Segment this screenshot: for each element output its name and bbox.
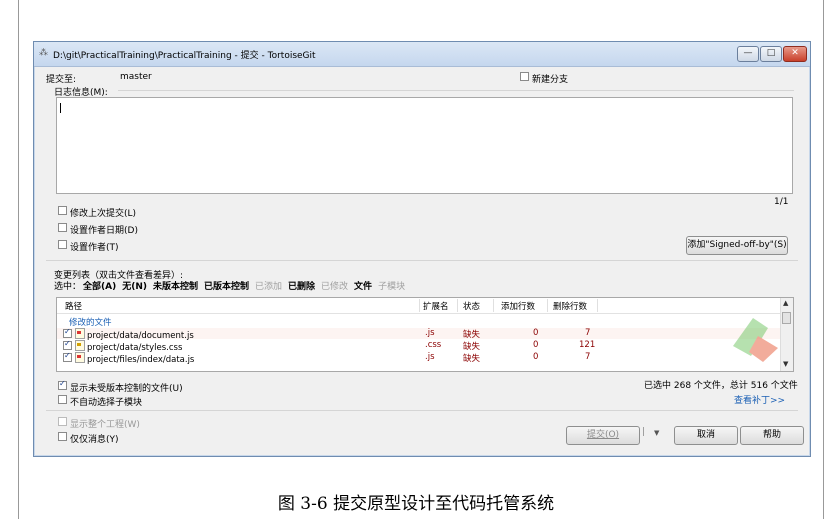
lines-deleted: 121 [579, 340, 596, 350]
no-auto-submodules-label: 不自动选择子模块 [70, 398, 143, 408]
table-row[interactable]: project/data/styles.css .css 缺失 0 121 [57, 339, 793, 353]
row-checkbox[interactable] [63, 339, 72, 350]
filter-link[interactable]: 已删除 [288, 282, 315, 292]
scroll-thumb[interactable] [782, 312, 791, 324]
file-modified-icon [75, 352, 85, 363]
file-status: 缺失 [463, 342, 481, 352]
amend-checkbox[interactable] [58, 206, 67, 215]
file-path: project/files/index/data.js [75, 352, 194, 365]
set-author-date-checkbox[interactable] [58, 223, 67, 232]
file-extension: .js [425, 328, 435, 338]
row-checkbox[interactable] [63, 351, 72, 362]
chevron-down-icon[interactable]: ▼ [654, 429, 659, 437]
column-extension[interactable]: 扩展名 [423, 300, 449, 312]
lines-deleted: 7 [585, 352, 591, 362]
column-separator [419, 299, 420, 312]
cancel-button[interactable]: 取消 [674, 426, 738, 445]
close-button[interactable]: ✕ [783, 46, 807, 62]
selection-summary: 已选中 268 个文件，总计 516 个文件 [644, 381, 798, 391]
list-scrollbar[interactable]: ▲ ▼ [780, 298, 793, 371]
file-extension: .css [425, 340, 442, 350]
set-author-label: 设置作者(T) [70, 243, 119, 253]
message-only-checkbox[interactable] [58, 432, 67, 441]
table-row[interactable]: project/data/document.js .js 缺失 0 7 [57, 327, 793, 341]
figure-caption: 图 3-6 提交原型设计至代码托管系统 [277, 494, 555, 514]
commit-dropdown-separator: | [642, 427, 646, 437]
filter-link[interactable]: 未版本控制 [153, 282, 198, 292]
column-status[interactable]: 状态 [463, 300, 480, 312]
column-separator [493, 299, 494, 312]
file-path-text: project/files/index/data.js [87, 355, 195, 365]
figure-border-right [823, 0, 824, 519]
branch-name: master [120, 72, 152, 82]
log-message-input[interactable] [56, 97, 793, 194]
scroll-up-icon[interactable]: ▲ [783, 299, 788, 307]
filter-link[interactable]: 文件 [354, 282, 372, 292]
filter-link[interactable]: 子模块 [378, 282, 405, 292]
filter-link[interactable]: 已版本控制 [204, 282, 249, 292]
new-branch-label: 新建分支 [532, 75, 569, 85]
commit-button[interactable]: 提交(O) [566, 426, 640, 445]
table-row[interactable]: project/files/index/data.js .js 缺失 0 7 [57, 351, 793, 365]
filter-link[interactable]: 全部(A) [83, 282, 116, 292]
show-unversioned-checkbox[interactable] [58, 379, 67, 390]
amend-label: 修改上次提交(L) [70, 209, 137, 219]
column-deleted-lines[interactable]: 删除行数 [553, 300, 587, 312]
lines-added: 0 [533, 328, 539, 338]
column-path[interactable]: 路径 [65, 300, 82, 312]
log-group-line [118, 90, 794, 91]
show-whole-project-checkbox[interactable] [58, 417, 67, 426]
file-extension: .js [425, 352, 435, 362]
no-auto-submodules-checkbox[interactable] [58, 395, 67, 404]
scroll-down-icon[interactable]: ▼ [783, 360, 788, 368]
column-separator [457, 299, 458, 312]
select-label: 选中： [54, 282, 82, 292]
message-only-label: 仅仅消息(Y) [70, 435, 119, 445]
title-bar[interactable]: ⁂ D:\git\PracticalTraining\PracticalTrai… [34, 42, 810, 67]
changes-divider [46, 260, 798, 261]
file-modified-icon [75, 328, 85, 339]
add-signed-off-button[interactable]: 添加"Signed-off-by"(S) [686, 236, 788, 255]
figure-border-left [18, 0, 19, 519]
set-author-date-label: 设置作者日期(D) [70, 226, 138, 236]
lines-added: 0 [533, 352, 539, 362]
lines-deleted: 7 [585, 328, 591, 338]
minimize-button[interactable]: — [737, 46, 759, 62]
show-whole-project-label: 显示整个工程(W) [70, 420, 140, 430]
column-separator [547, 299, 548, 312]
commit-button-label: 提交(O) [586, 430, 620, 440]
bottom-divider [46, 410, 798, 411]
new-branch-checkbox[interactable] [520, 72, 529, 81]
row-checkbox[interactable] [63, 327, 72, 338]
commit-dialog-window: ⁂ D:\git\PracticalTraining\PracticalTrai… [33, 41, 811, 457]
window-title: D:\git\PracticalTraining\PracticalTraini… [53, 51, 316, 61]
line-counter: 1/1 [774, 197, 789, 207]
list-header: 路径 扩展名 状态 添加行数 删除行数 [57, 298, 793, 314]
maximize-icon: □ [766, 48, 776, 58]
filter-link[interactable]: 已添加 [255, 282, 282, 292]
minimize-icon: — [743, 48, 753, 58]
commit-to-label: 提交至: [46, 75, 77, 85]
lines-added: 0 [533, 340, 539, 350]
file-status: 缺失 [463, 354, 481, 364]
file-status: 缺失 [463, 330, 481, 340]
show-unversioned-label: 显示未受版本控制的文件(U) [70, 384, 183, 394]
tortoisegit-icon: ⁂ [39, 48, 48, 58]
column-separator [597, 299, 598, 312]
changed-files-list[interactable]: 路径 扩展名 状态 添加行数 删除行数 修改的文件 project/data/d… [56, 297, 794, 372]
view-patch-link[interactable]: 查看补丁>> [734, 393, 785, 406]
text-caret [60, 103, 61, 113]
help-button[interactable]: 帮助 [740, 426, 804, 445]
filter-link[interactable]: 已修改 [321, 282, 348, 292]
filter-bar: 全部(A) 无(N) 未版本控制 已版本控制 已添加 已删除 已修改 文件 子模块 [83, 279, 411, 292]
filter-link[interactable]: 无(N) [122, 282, 147, 292]
close-icon: ✕ [791, 48, 799, 58]
maximize-button[interactable]: □ [760, 46, 782, 62]
file-modified-icon [75, 340, 85, 351]
column-added-lines[interactable]: 添加行数 [501, 300, 535, 312]
group-modified-files: 修改的文件 [69, 318, 112, 328]
set-author-checkbox[interactable] [58, 240, 67, 249]
